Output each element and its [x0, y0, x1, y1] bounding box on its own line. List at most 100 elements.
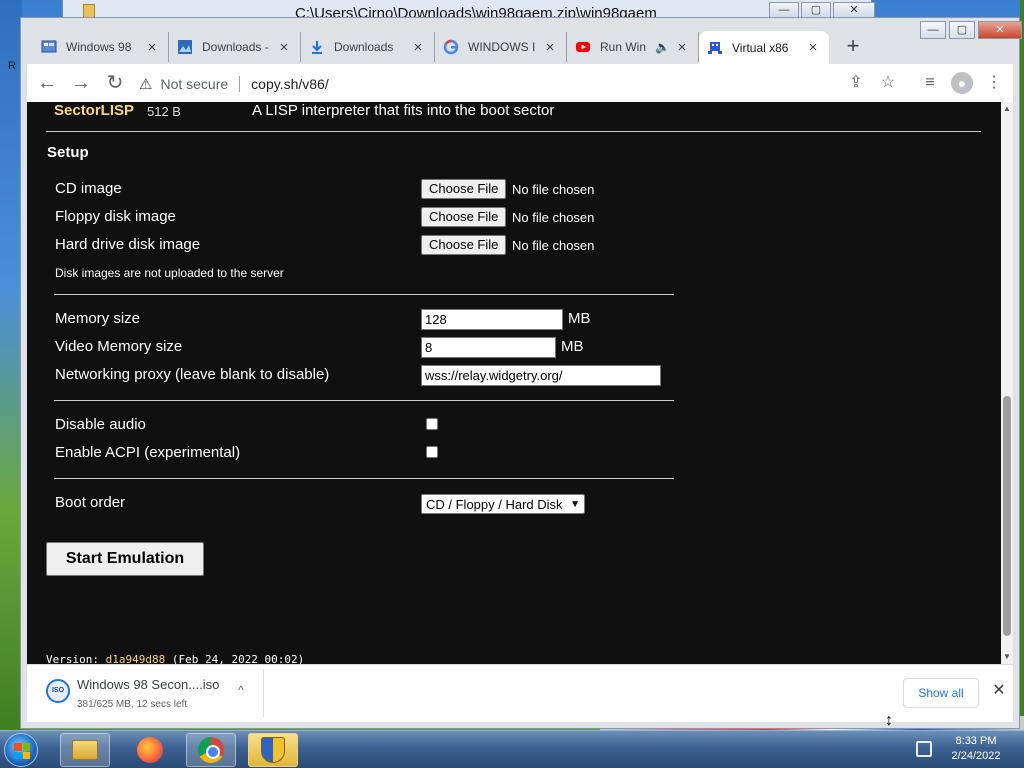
file-explorer-icon	[72, 740, 98, 760]
image-icon	[177, 39, 193, 55]
media-control-icon[interactable]: ≡	[919, 72, 941, 94]
cd-choose-file-button[interactable]: Choose File	[421, 179, 507, 199]
tab-close-icon[interactable]: ×	[144, 39, 160, 56]
scroll-thumb[interactable]	[1003, 396, 1011, 636]
chrome-window: Windows 98 × Downloads - × Downloads × W…	[20, 17, 1022, 729]
floppy-image-label: Floppy disk image	[55, 208, 176, 225]
chrome-icon	[198, 737, 224, 763]
enable-acpi-label: Enable ACPI (experimental)	[55, 444, 241, 461]
network-tray-icon[interactable]	[916, 741, 932, 757]
desktop-wallpaper-right	[1020, 0, 1024, 730]
desktop-fragment-text: R	[8, 60, 16, 72]
tab-windows98[interactable]: Windows 98 ×	[33, 32, 169, 62]
close-shelf-icon[interactable]: ✕	[989, 680, 1009, 700]
boot-order-select[interactable]: CD / Floppy / Hard Disk ▼	[421, 494, 585, 514]
tab-title: Downloads -	[202, 40, 269, 54]
bookmark-star-icon[interactable]: ☆	[877, 72, 899, 94]
taskbar-uac-shield[interactable]	[248, 733, 298, 767]
iso-file-icon[interactable]: ISO	[46, 679, 70, 703]
section-divider	[54, 478, 674, 479]
desktop-wallpaper	[0, 0, 22, 730]
reload-icon[interactable]: ↻	[103, 71, 127, 95]
tab-close-icon[interactable]: ×	[410, 39, 426, 56]
tab-virtual-x86[interactable]: Virtual x86 ×	[699, 31, 829, 64]
tab-title: WINDOWS I	[468, 40, 536, 54]
page-scrollbar[interactable]: ▲ ▼	[1001, 102, 1013, 664]
security-label[interactable]: Not secure	[160, 76, 228, 92]
tab-downloads-image[interactable]: Downloads - ×	[169, 32, 301, 62]
new-tab-button[interactable]: +	[841, 35, 865, 59]
tab-google-search[interactable]: WINDOWS I ×	[435, 32, 567, 62]
taskbar-chrome[interactable]	[186, 733, 236, 767]
close-window-button[interactable]: ✕	[978, 21, 1022, 39]
networking-proxy-input[interactable]: wss://relay.widgetry.org/	[421, 365, 661, 386]
memory-size-label: Memory size	[55, 310, 141, 327]
video-memory-unit: MB	[561, 338, 584, 355]
download-file-name[interactable]: Windows 98 Secon....iso	[77, 677, 219, 692]
tab-close-icon[interactable]: ×	[542, 39, 558, 56]
floppy-file-status: No file chosen	[512, 210, 595, 225]
hard-drive-image-label: Hard drive disk image	[55, 236, 201, 253]
download-progress-text: 381/625 MB, 12 secs left	[77, 699, 188, 710]
memory-unit: MB	[568, 310, 591, 327]
scroll-up-icon[interactable]: ▲	[1001, 102, 1013, 116]
address-divider	[239, 76, 241, 92]
shelf-divider	[263, 669, 264, 717]
kebab-menu-icon[interactable]: ⋮	[983, 72, 1005, 94]
boot-order-label: Boot order	[55, 494, 126, 511]
start-emulation-button[interactable]: Start Emulation	[46, 542, 204, 576]
networking-proxy-label: Networking proxy (leave blank to disable…	[55, 366, 330, 383]
back-icon[interactable]: ←	[35, 71, 59, 95]
system-clock[interactable]: 8:33 PM 2/24/2022	[944, 734, 1008, 764]
v86-icon	[707, 40, 723, 56]
v86-page: SectorLISP 512 B A LISP interpreter that…	[27, 102, 1001, 664]
sectorlisp-link[interactable]: SectorLISP	[54, 102, 134, 119]
shield-icon	[261, 737, 285, 763]
share-icon[interactable]: ⇪	[845, 72, 867, 94]
download-shelf: ISO Windows 98 Secon....iso 381/625 MB, …	[27, 664, 1013, 722]
disk-upload-note: Disk images are not uploaded to the serv…	[55, 266, 284, 280]
tab-title: Run Win	[600, 40, 647, 54]
maximize-button[interactable]: ▢	[949, 21, 975, 39]
speaker-icon[interactable]: 🔈	[655, 40, 670, 54]
warning-icon[interactable]: ⚠	[139, 75, 152, 93]
forward-icon[interactable]: →	[69, 71, 93, 95]
clock-date: 2/24/2022	[951, 750, 1001, 762]
version-date: (Feb 24, 2022 00:02)	[165, 653, 305, 664]
section-divider	[54, 400, 674, 401]
taskbar: 8:33 PM 2/24/2022	[0, 730, 1024, 768]
cd-image-label: CD image	[55, 180, 122, 197]
tab-close-icon[interactable]: ×	[276, 39, 292, 56]
start-button[interactable]	[4, 733, 38, 767]
video-memory-input[interactable]: 8	[421, 337, 556, 358]
hard-drive-choose-file-button[interactable]: Choose File	[421, 235, 507, 255]
tab-strip: Windows 98 × Downloads - × Downloads × W…	[21, 18, 1022, 64]
url-text[interactable]: copy.sh/v86/	[251, 76, 329, 92]
browser-toolbar: ← → ↻ ⚠ Not secure copy.sh/v86/ ⇪ ☆ ≡ ● …	[27, 64, 1013, 102]
taskbar-firefox[interactable]	[125, 733, 175, 767]
chevron-up-icon[interactable]: ^	[233, 683, 249, 697]
show-all-button[interactable]: Show all	[903, 678, 979, 708]
enable-acpi-checkbox[interactable]	[426, 446, 438, 458]
address-bar[interactable]: ⚠ Not secure copy.sh/v86/	[139, 71, 619, 97]
windows-logo-icon	[14, 743, 30, 759]
version-hash-link[interactable]: d1a949d88	[106, 653, 166, 664]
setup-heading: Setup	[47, 144, 89, 161]
floppy-choose-file-button[interactable]: Choose File	[421, 207, 507, 227]
taskbar-file-explorer[interactable]	[60, 733, 110, 767]
memory-size-input[interactable]: 128	[421, 309, 563, 330]
video-memory-label: Video Memory size	[55, 338, 183, 355]
tab-close-icon[interactable]: ×	[674, 39, 690, 56]
tab-title: Windows 98	[66, 40, 132, 54]
profile-avatar-icon[interactable]: ●	[951, 72, 973, 94]
folder-icon	[83, 4, 95, 18]
download-icon	[309, 39, 325, 55]
scroll-down-icon[interactable]: ▼	[1001, 650, 1013, 664]
minimize-button[interactable]: —	[920, 21, 946, 39]
tab-close-icon[interactable]: ×	[805, 39, 821, 56]
tab-youtube[interactable]: Run Win 🔈 ×	[567, 32, 699, 62]
sectorlisp-size: 512 B	[147, 104, 181, 119]
tab-title: Downloads	[334, 40, 394, 54]
tab-downloads[interactable]: Downloads ×	[301, 32, 435, 62]
disable-audio-checkbox[interactable]	[426, 418, 438, 430]
